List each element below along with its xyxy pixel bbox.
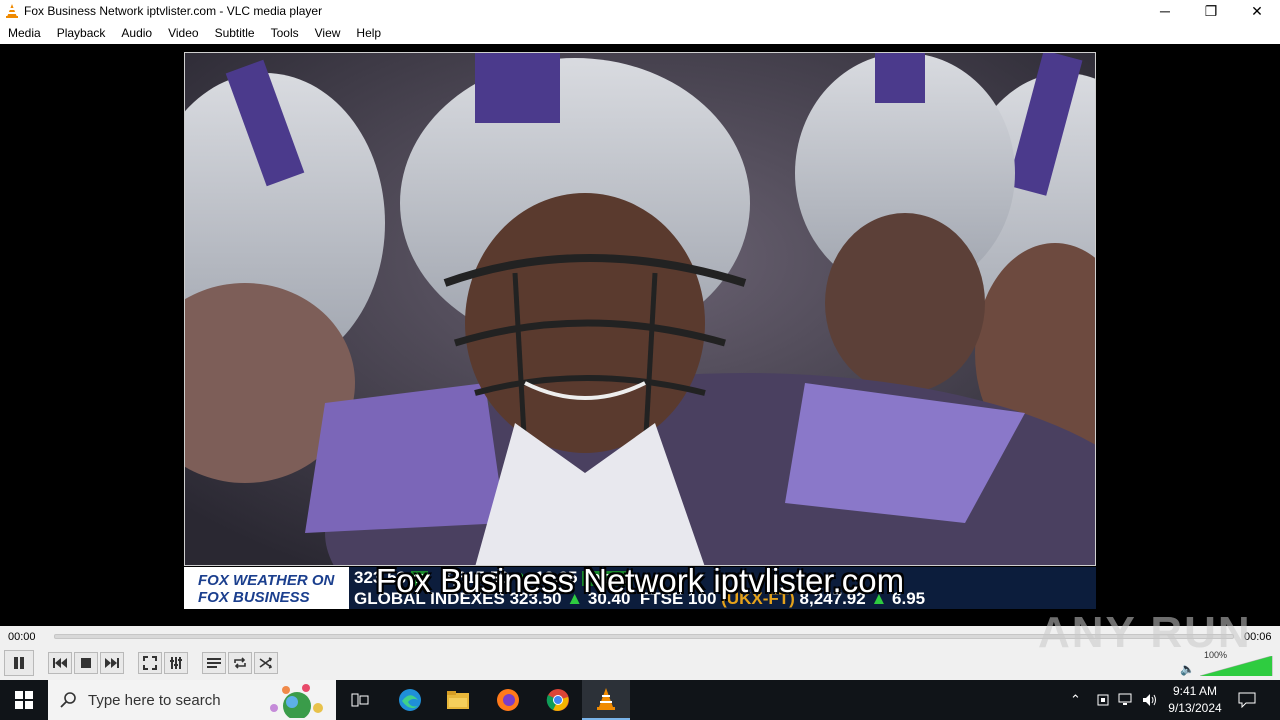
security-icon [1097,694,1109,706]
windows-start-icon [15,691,33,709]
menu-media[interactable]: Media [0,22,49,44]
tray-network[interactable] [1118,680,1134,720]
pause-icon [14,657,24,669]
subtitle-text: Fox Business Network iptvlister.com [375,562,905,599]
taskbar-vlc[interactable] [582,680,630,720]
task-view-button[interactable] [336,680,384,720]
pause-button[interactable] [4,650,34,676]
title-bar[interactable]: Fox Business Network iptvlister.com - VL… [0,0,1280,22]
taskbar-firefox[interactable] [484,680,532,720]
clock-date: 9/13/2024 [1168,701,1222,715]
menu-tools[interactable]: Tools [263,22,307,44]
elapsed-time: 00:00 [8,631,36,643]
loop-icon [234,657,246,669]
start-button[interactable] [0,680,48,720]
playlist-icon [207,658,221,668]
shuffle-button[interactable] [254,652,278,674]
video-image [185,53,1095,565]
edge-icon [399,689,421,711]
taskbar-search[interactable]: Type here to search [48,680,336,720]
fullscreen-icon [143,656,157,670]
menu-playback[interactable]: Playback [49,22,114,44]
close-button[interactable]: ✕ [1234,0,1280,22]
taskbar: Type here to search ⌃ 9:41 AM 9/13/2024 [0,680,1280,720]
playlist-button[interactable] [202,652,226,674]
menu-view[interactable]: View [307,22,349,44]
menu-bar: Media Playback Audio Video Subtitle Tool… [0,22,1280,44]
previous-button[interactable] [48,652,72,674]
shuffle-icon [259,657,273,669]
menu-audio[interactable]: Audio [113,22,160,44]
taskbar-file-explorer[interactable] [434,680,482,720]
tray-volume[interactable] [1142,680,1158,720]
vlc-cone-icon [6,4,18,18]
equalizer-icon [170,657,182,669]
chevron-up-icon: ⌃ [1070,692,1081,707]
tray-security[interactable] [1096,680,1110,720]
next-icon [105,658,119,668]
network-icon [1118,693,1132,705]
volume-icon [1143,694,1156,706]
speaker-icon[interactable]: 🔈 [1180,662,1195,676]
notification-icon [1238,692,1256,708]
taskbar-chrome[interactable] [534,680,582,720]
file-explorer-icon [447,691,469,709]
maximize-button[interactable]: ❐ [1188,0,1234,22]
task-view-icon [351,693,369,707]
firefox-icon [497,689,519,711]
menu-video[interactable]: Video [160,22,206,44]
vlc-taskbar-icon [597,688,615,710]
vlc-window: Fox Business Network iptvlister.com - VL… [0,0,1280,680]
stop-icon [81,658,91,668]
notification-button[interactable] [1238,680,1256,720]
menu-subtitle[interactable]: Subtitle [207,22,263,44]
previous-icon [53,658,67,668]
chrome-icon [546,689,569,711]
loop-button[interactable] [228,652,252,674]
stop-button[interactable] [74,652,98,674]
clock-time: 9:41 AM [1172,684,1218,698]
menu-help[interactable]: Help [348,22,389,44]
search-highlight-icon [270,684,323,718]
search-placeholder: Type here to search [88,691,221,709]
taskbar-clock[interactable]: 9:41 AM 9/13/2024 [1160,683,1230,717]
window-title: Fox Business Network iptvlister.com - VL… [24,4,323,18]
volume-slider[interactable] [1200,656,1274,676]
video-frame[interactable] [184,52,1096,566]
video-area[interactable]: FOX WEATHER ON FOX BUSINESS 323.53 % 6,6… [0,44,1280,626]
search-icon [60,692,76,708]
watermark: ANY RUN [1038,608,1252,657]
show-hidden-icons[interactable]: ⌃ [1070,680,1081,720]
next-button[interactable] [100,652,124,674]
fullscreen-button[interactable] [138,652,162,674]
extended-settings-button[interactable] [164,652,188,674]
minimize-button[interactable]: ─ [1142,0,1188,22]
taskbar-edge[interactable] [386,680,434,720]
